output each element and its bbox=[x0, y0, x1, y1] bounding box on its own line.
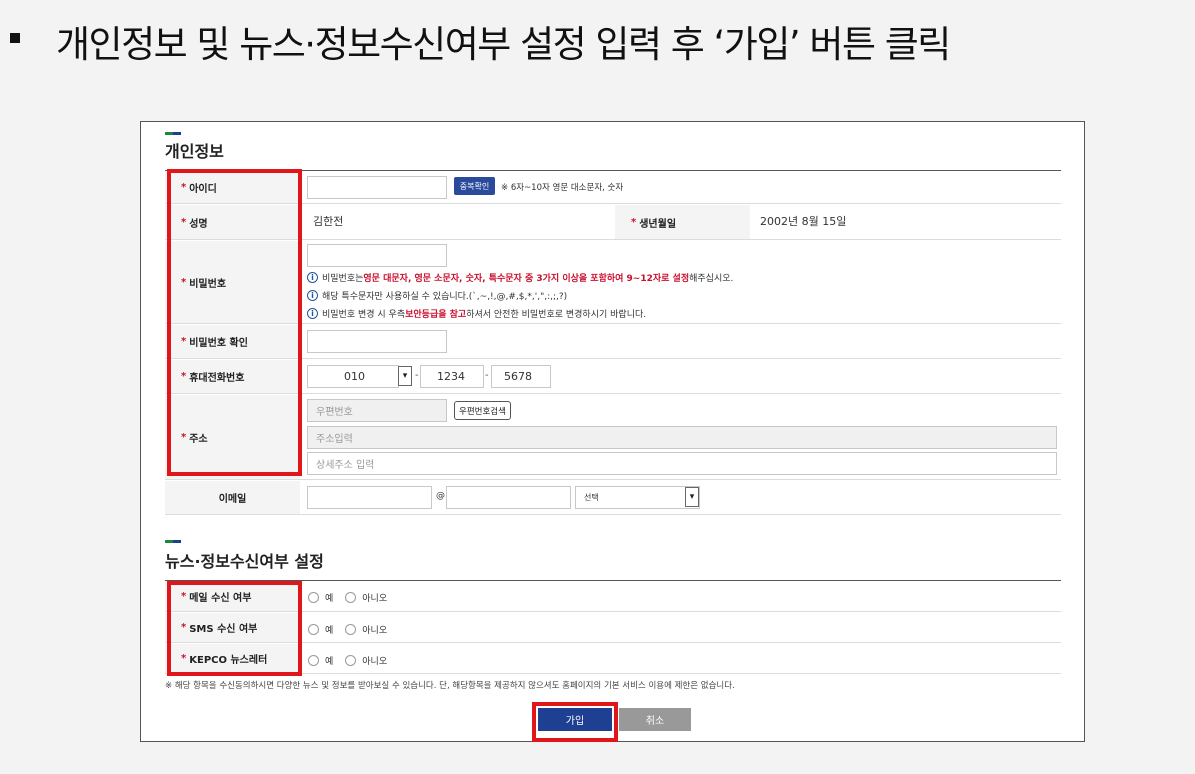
phone-last-input[interactable]: 5678 bbox=[491, 365, 551, 388]
email-label: 이메일 bbox=[165, 481, 300, 514]
info-icon: i bbox=[307, 272, 318, 283]
id-hint: ※ 6자~10자 영문 대소문자, 숫자 bbox=[501, 183, 624, 193]
phone-dash: - bbox=[415, 370, 419, 381]
birth-value: 2002년 8월 15일 bbox=[760, 215, 847, 228]
password-confirm-input[interactable] bbox=[307, 330, 447, 353]
password-note-3: i 비밀번호 변경 시 우측 보안등급을 참고 하셔서 안전한 비밀번호로 변경하… bbox=[307, 307, 646, 320]
section-title-news: 뉴스·정보수신여부 설정 bbox=[165, 552, 324, 571]
chevron-down-icon[interactable]: ▾ bbox=[685, 487, 699, 507]
email-domain-input[interactable] bbox=[446, 486, 571, 509]
info-icon: i bbox=[307, 308, 318, 319]
consent-footnote: ※ 해당 항목을 수신동의하시면 다양한 뉴스 및 정보를 받아보실 수 있습니… bbox=[165, 681, 735, 691]
section-mark bbox=[165, 540, 181, 543]
highlight-box-join bbox=[532, 702, 618, 742]
password-note-2: i 해당 특수문자만 사용하실 수 있습니다.(`,~,!,@,#,$,*,',… bbox=[307, 289, 567, 302]
section-mark bbox=[165, 132, 181, 135]
zip-search-button[interactable]: 우편번호검색 bbox=[454, 401, 511, 420]
radio-no[interactable] bbox=[345, 592, 357, 603]
cancel-button[interactable]: 취소 bbox=[619, 708, 691, 731]
email-id-input[interactable] bbox=[307, 486, 432, 509]
highlight-box-personal bbox=[167, 169, 302, 476]
radio-no[interactable] bbox=[345, 624, 357, 635]
address-detail-input[interactable]: 상세주소 입력 bbox=[307, 452, 1057, 475]
address-input[interactable]: 주소입력 bbox=[307, 426, 1057, 449]
radio-yes[interactable] bbox=[308, 655, 319, 666]
slide-title: 개인정보 및 뉴스·정보수신여부 설정 입력 후 ‘가입’ 버튼 클릭 bbox=[0, 0, 1195, 80]
highlight-box-news bbox=[167, 581, 302, 676]
form-row-email: 이메일 @ 선택 ▾ bbox=[165, 481, 1061, 515]
sms-consent-radio-group: 예 아니오 bbox=[308, 623, 399, 636]
phone-dash: - bbox=[485, 370, 489, 381]
section-title-personal: 개인정보 bbox=[165, 142, 224, 161]
password-input[interactable] bbox=[307, 244, 447, 267]
email-at-sign: @ bbox=[436, 491, 445, 501]
radio-yes[interactable] bbox=[308, 624, 319, 635]
mail-consent-radio-group: 예 아니오 bbox=[308, 591, 399, 604]
zip-input[interactable]: 우편번호 bbox=[307, 399, 447, 422]
newsletter-consent-radio-group: 예 아니오 bbox=[308, 654, 399, 667]
birth-label: * 생년월일 bbox=[615, 205, 750, 239]
email-domain-select[interactable]: 선택 bbox=[575, 486, 700, 509]
phone-middle-input[interactable]: 1234 bbox=[420, 365, 484, 388]
phone-prefix-select[interactable]: 010 bbox=[307, 365, 399, 388]
radio-no[interactable] bbox=[345, 655, 357, 666]
info-icon: i bbox=[307, 290, 318, 301]
signup-form-panel: 개인정보 * 아이디 중복확인 ※ 6자~10자 영문 대소문자, 숫자 * 성명 … bbox=[140, 121, 1085, 742]
chevron-down-icon[interactable]: ▾ bbox=[398, 366, 412, 386]
bullet-icon bbox=[10, 33, 20, 43]
duplicate-check-button[interactable]: 중복확인 bbox=[454, 177, 495, 195]
radio-yes[interactable] bbox=[308, 592, 319, 603]
id-input[interactable] bbox=[307, 176, 447, 199]
slide-title-text: 개인정보 및 뉴스·정보수신여부 설정 입력 후 ‘가입’ 버튼 클릭 bbox=[56, 23, 951, 66]
name-value: 김한전 bbox=[313, 215, 344, 228]
password-note-1: i 비밀번호는 영문 대문자, 영문 소문자, 숫자, 특수문자 중 3가지 이… bbox=[307, 271, 733, 284]
